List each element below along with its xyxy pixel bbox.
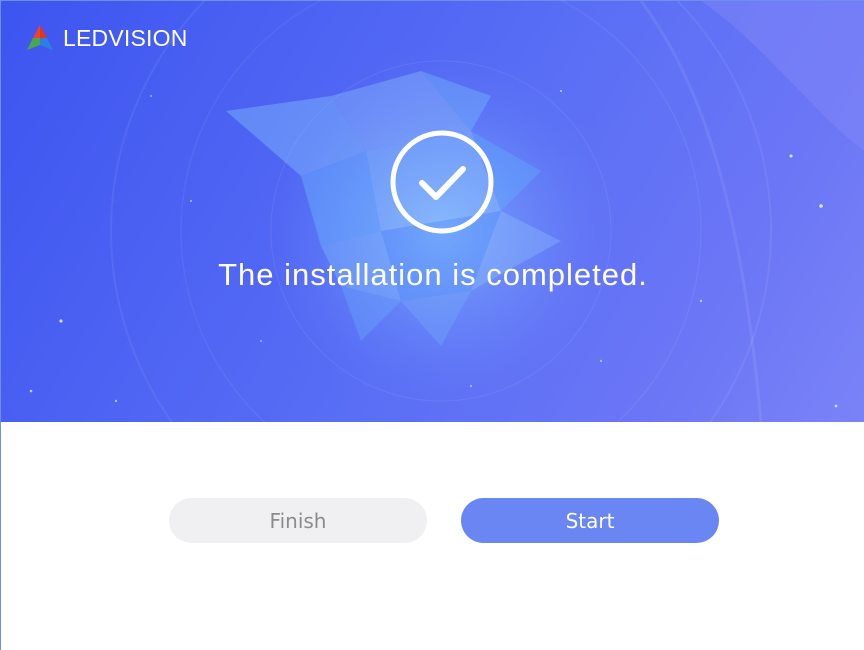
ledvision-logo-icon <box>27 25 53 50</box>
finish-button[interactable]: Finish <box>169 498 427 543</box>
installer-window: LEDVISION The installation is completed.… <box>0 0 864 650</box>
hero-banner: LEDVISION The installation is completed. <box>1 1 864 422</box>
check-circle-icon <box>390 130 494 234</box>
completion-message: The installation is completed. <box>218 257 648 292</box>
start-button[interactable]: Start <box>461 498 719 543</box>
brand-name: LEDVISION <box>63 24 188 51</box>
brand-logo: LEDVISION <box>25 23 188 53</box>
